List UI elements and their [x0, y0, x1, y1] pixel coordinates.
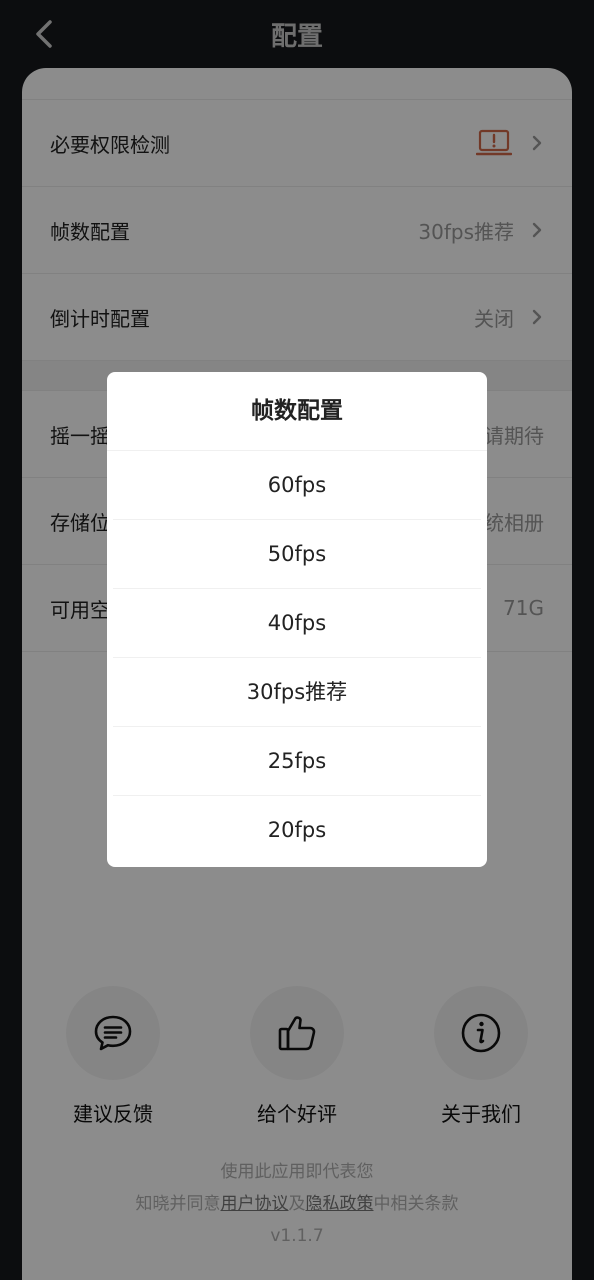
option-50fps[interactable]: 50fps [113, 520, 481, 589]
dialog-title: 帧数配置 [107, 372, 487, 451]
option-30fps-recommended[interactable]: 30fps推荐 [113, 658, 481, 727]
option-20fps[interactable]: 20fps [113, 796, 481, 865]
frame-rate-dialog: 帧数配置 60fps 50fps 40fps 30fps推荐 25fps 20f… [107, 372, 487, 867]
option-40fps[interactable]: 40fps [113, 589, 481, 658]
option-60fps[interactable]: 60fps [113, 451, 481, 520]
option-25fps[interactable]: 25fps [113, 727, 481, 796]
